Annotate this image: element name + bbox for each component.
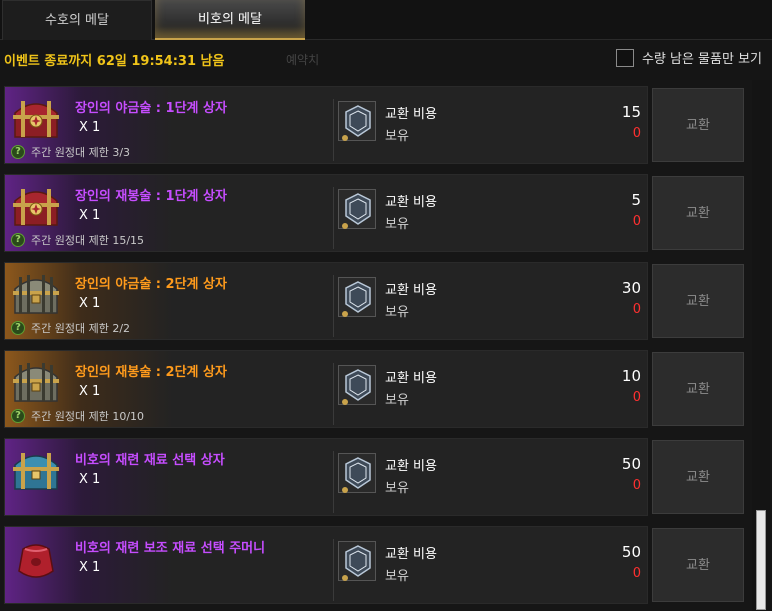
item-quantity: X 1	[79, 296, 101, 311]
divider	[333, 451, 334, 513]
exchange-cost-label: 교환 비용	[385, 547, 437, 562]
item-info-panel: 장인의 재봉술 : 1단계 상자 X 1 ? 주간 원정대 제한 15/15 교…	[4, 174, 648, 252]
weekly-limit-text: 주간 원정대 제한 3/3	[31, 146, 131, 159]
divider	[333, 275, 334, 337]
exchange-cost-value: 30	[621, 279, 641, 297]
exchange-button[interactable]: 교환	[652, 528, 744, 602]
item-name: 장인의 재봉술 : 1단계 상자	[75, 189, 227, 204]
list-item: 비호의 재련 재료 선택 상자 X 1 교환 비용 보유 50 0 교환	[4, 432, 746, 516]
item-name: 비호의 재련 재료 선택 상자	[75, 453, 225, 468]
list-item: 장인의 재봉술 : 2단계 상자 X 1 ? 주간 원정대 제한 10/10 교…	[4, 344, 746, 428]
item-name: 장인의 야금술 : 1단계 상자	[75, 101, 227, 116]
owned-value: 0	[632, 126, 641, 141]
divider	[333, 539, 334, 601]
exchange-cost-value: 5	[631, 191, 641, 209]
item-info-panel: 비호의 재련 보조 재료 선택 주머니 X 1 교환 비용 보유 50 0	[4, 526, 648, 604]
item-name: 장인의 재봉술 : 2단계 상자	[75, 365, 227, 380]
remaining-only-label: 수량 남은 물품만 보기	[641, 52, 762, 67]
protection-medal-icon	[338, 189, 376, 229]
divider	[333, 187, 334, 249]
scrollbar[interactable]	[752, 80, 770, 611]
item-info-panel: 장인의 야금술 : 2단계 상자 X 1 ? 주간 원정대 제한 2/2 교환 …	[4, 262, 648, 340]
owned-label: 보유	[385, 305, 409, 320]
silver-treasure-chest-icon[interactable]	[9, 355, 63, 409]
list-item: 비호의 재련 보조 재료 선택 주머니 X 1 교환 비용 보유 50 0 교환	[4, 520, 746, 604]
weekly-limit-text: 주간 원정대 제한 10/10	[31, 410, 145, 423]
exchange-cost-label: 교환 비용	[385, 283, 437, 298]
question-help-icon[interactable]: ?	[11, 233, 25, 247]
exchange-button[interactable]: 교환	[652, 352, 744, 426]
weekly-limit: ? 주간 원정대 제한 3/3	[11, 144, 130, 160]
owned-value: 0	[632, 566, 641, 581]
owned-label: 보유	[385, 217, 409, 232]
medal-tab-bar: 수호의 메달 비호의 메달	[0, 0, 772, 40]
protection-medal-icon	[338, 365, 376, 405]
item-name: 비호의 재련 보조 재료 선택 주머니	[75, 541, 266, 556]
question-help-icon[interactable]: ?	[11, 145, 25, 159]
exchange-cost-label: 교환 비용	[385, 371, 437, 386]
scrollbar-thumb[interactable]	[756, 510, 766, 610]
question-help-icon[interactable]: ?	[11, 321, 25, 335]
tab-protection-medal[interactable]: 비호의 메달	[155, 0, 305, 40]
question-help-icon[interactable]: ?	[11, 409, 25, 423]
exchange-cost-value: 50	[621, 543, 641, 561]
owned-value: 0	[632, 478, 641, 493]
exchange-cost-label: 교환 비용	[385, 459, 437, 474]
owned-label: 보유	[385, 393, 409, 408]
exchange-item-list: 장인의 야금술 : 1단계 상자 X 1 ? 주간 원정대 제한 3/3 교환 …	[0, 80, 752, 611]
item-quantity: X 1	[79, 384, 101, 399]
weekly-limit-text: 주간 원정대 제한 2/2	[31, 322, 131, 335]
exchange-cost-label: 교환 비용	[385, 107, 437, 122]
item-info-panel: 장인의 야금술 : 1단계 상자 X 1 ? 주간 원정대 제한 3/3 교환 …	[4, 86, 648, 164]
list-item: 장인의 재봉술 : 1단계 상자 X 1 ? 주간 원정대 제한 15/15 교…	[4, 168, 746, 252]
exchange-cost-value: 50	[621, 455, 641, 473]
item-quantity: X 1	[79, 208, 101, 223]
owned-value: 0	[632, 214, 641, 229]
remaining-only-filter[interactable]: 수량 남은 물품만 보기	[615, 48, 762, 67]
protection-medal-icon	[338, 453, 376, 493]
protection-medal-icon	[338, 277, 376, 317]
weekly-limit: ? 주간 원정대 제한 15/15	[11, 232, 144, 248]
blue-treasure-chest-icon[interactable]	[9, 443, 63, 497]
silver-treasure-chest-icon[interactable]	[9, 267, 63, 321]
red-treasure-chest-icon[interactable]	[9, 179, 63, 233]
tab-guardian-medal[interactable]: 수호의 메달	[2, 0, 152, 40]
divider	[333, 363, 334, 425]
protection-medal-icon	[338, 101, 376, 141]
exchange-button[interactable]: 교환	[652, 264, 744, 338]
event-countdown: 이벤트 종료까지 62일 19:54:31 남음	[4, 54, 225, 69]
exchange-button[interactable]: 교환	[652, 176, 744, 250]
item-quantity: X 1	[79, 120, 101, 135]
exchange-cost-label: 교환 비용	[385, 195, 437, 210]
owned-value: 0	[632, 390, 641, 405]
exchange-cost-value: 10	[621, 367, 641, 385]
owned-label: 보유	[385, 481, 409, 496]
owned-value: 0	[632, 302, 641, 317]
protection-medal-icon	[338, 541, 376, 581]
faded-background-text: 예약치	[286, 53, 320, 67]
red-pouch-icon[interactable]	[9, 531, 63, 585]
owned-label: 보유	[385, 569, 409, 584]
event-info-bar: 이벤트 종료까지 62일 19:54:31 남음 예약치 수량 남은 물품만 보…	[0, 40, 772, 80]
item-name: 장인의 야금술 : 2단계 상자	[75, 277, 227, 292]
list-item: 장인의 야금술 : 2단계 상자 X 1 ? 주간 원정대 제한 2/2 교환 …	[4, 256, 746, 340]
item-quantity: X 1	[79, 560, 101, 575]
divider	[333, 99, 334, 161]
exchange-button[interactable]: 교환	[652, 440, 744, 514]
weekly-limit: ? 주간 원정대 제한 2/2	[11, 320, 130, 336]
exchange-cost-value: 15	[621, 103, 641, 121]
weekly-limit: ? 주간 원정대 제한 10/10	[11, 408, 144, 424]
red-treasure-chest-icon[interactable]	[9, 91, 63, 145]
item-info-panel: 비호의 재련 재료 선택 상자 X 1 교환 비용 보유 50 0	[4, 438, 648, 516]
exchange-button[interactable]: 교환	[652, 88, 744, 162]
list-item: 장인의 야금술 : 1단계 상자 X 1 ? 주간 원정대 제한 3/3 교환 …	[4, 80, 746, 164]
item-quantity: X 1	[79, 472, 101, 487]
weekly-limit-text: 주간 원정대 제한 15/15	[31, 234, 145, 247]
item-info-panel: 장인의 재봉술 : 2단계 상자 X 1 ? 주간 원정대 제한 10/10 교…	[4, 350, 648, 428]
remaining-only-checkbox[interactable]	[615, 48, 634, 67]
owned-label: 보유	[385, 129, 409, 144]
